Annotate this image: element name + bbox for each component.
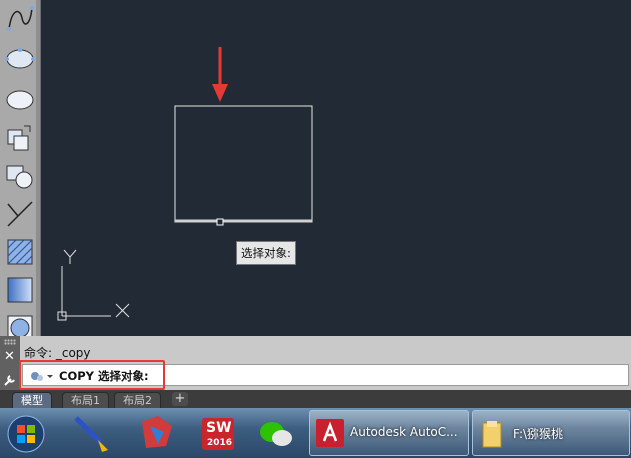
grip-point[interactable] [216,218,224,226]
taskbar-autocad-window[interactable]: Autodesk AutoC... [309,410,469,456]
red-highlight-box [19,360,165,390]
paint-brush-app-icon[interactable] [64,412,120,454]
panel-grip[interactable] [4,339,16,345]
autocad-icon [316,419,344,447]
region-icon[interactable] [4,312,36,336]
ucs-icon [57,249,130,321]
selection-tooltip: 选择对象: [236,241,296,265]
ellipse-icon[interactable] [4,42,36,74]
insert-block-icon[interactable] [4,122,36,154]
folder-icon [482,421,502,448]
gradient-icon[interactable] [4,274,36,306]
solidworks-icon[interactable]: SW 2016 [192,412,248,454]
solidworks-badge: SW [206,420,232,436]
3d-app-icon[interactable] [128,412,184,454]
ellipse-arc-icon[interactable] [4,84,36,116]
command-history: 命令: _copy [24,346,91,360]
wechat-icon[interactable] [250,412,306,454]
tab-layout2[interactable]: 布局2 [114,392,161,408]
taskbar-folder-window[interactable]: F:\猕猴桃 [472,410,630,456]
autocad-task-label: Autodesk AutoC... [350,425,458,439]
spline-icon[interactable] [4,2,36,34]
tab-layout1[interactable]: 布局1 [62,392,109,408]
windows-taskbar: SW 2016 Autodesk AutoC... F:\猕猴桃 [0,408,631,458]
layout-tabs: 模型 布局1 布局2 + [0,390,631,408]
add-layout-button[interactable]: + [172,392,188,406]
red-arrow-indicator [212,47,228,102]
line-icon[interactable] [4,198,36,230]
drawing-canvas[interactable]: Y X 选择对象: [41,0,631,336]
start-button[interactable] [0,412,56,454]
hatch-icon[interactable] [4,236,36,268]
tab-model[interactable]: 模型 [12,392,52,408]
draw-toolbar [0,0,41,336]
toolbar-grip[interactable] [36,0,40,336]
command-line-sidebar: ✕ [0,336,20,390]
folder-task-label: F:\猕猴桃 [513,427,564,441]
create-block-icon[interactable] [4,160,36,192]
solidworks-year: 2016 [207,438,233,448]
close-icon[interactable]: ✕ [4,349,15,364]
selected-square[interactable] [174,105,313,223]
wrench-icon[interactable] [3,372,17,391]
